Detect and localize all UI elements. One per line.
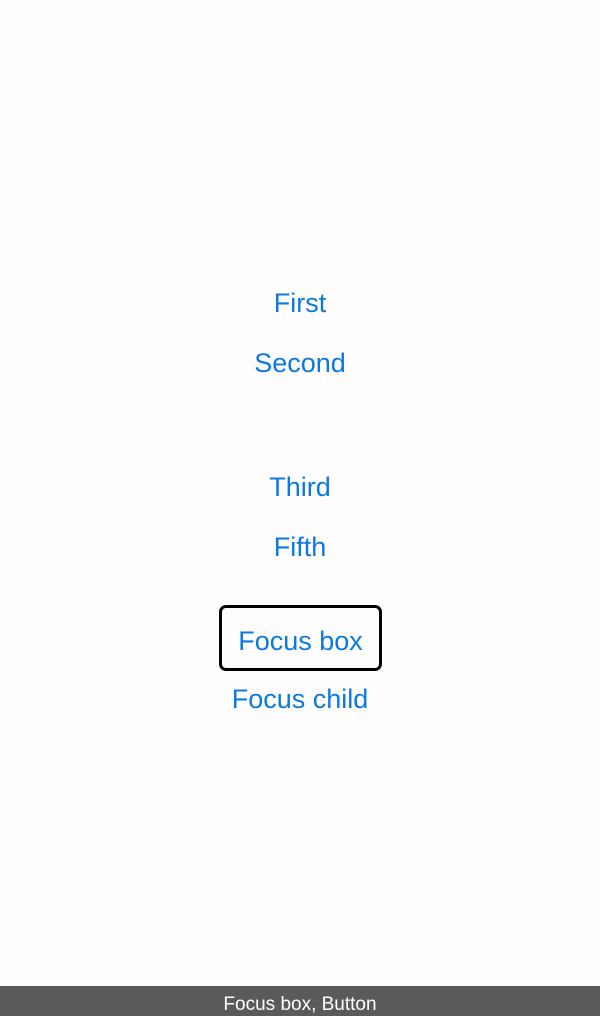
third-button[interactable]: Third <box>0 470 600 504</box>
second-button[interactable]: Second <box>0 346 600 380</box>
focus-box-label: Focus box <box>238 626 363 656</box>
first-button[interactable]: First <box>0 286 600 320</box>
focus-child-button[interactable]: Focus child <box>0 682 600 716</box>
fifth-button[interactable]: Fifth <box>0 530 600 564</box>
focus-box-button[interactable]: Focus box <box>219 605 382 671</box>
screen: First Second Third Fifth Focus box Focus… <box>0 0 600 1016</box>
accessibility-caption-bar: Focus box, Button <box>0 986 600 1016</box>
